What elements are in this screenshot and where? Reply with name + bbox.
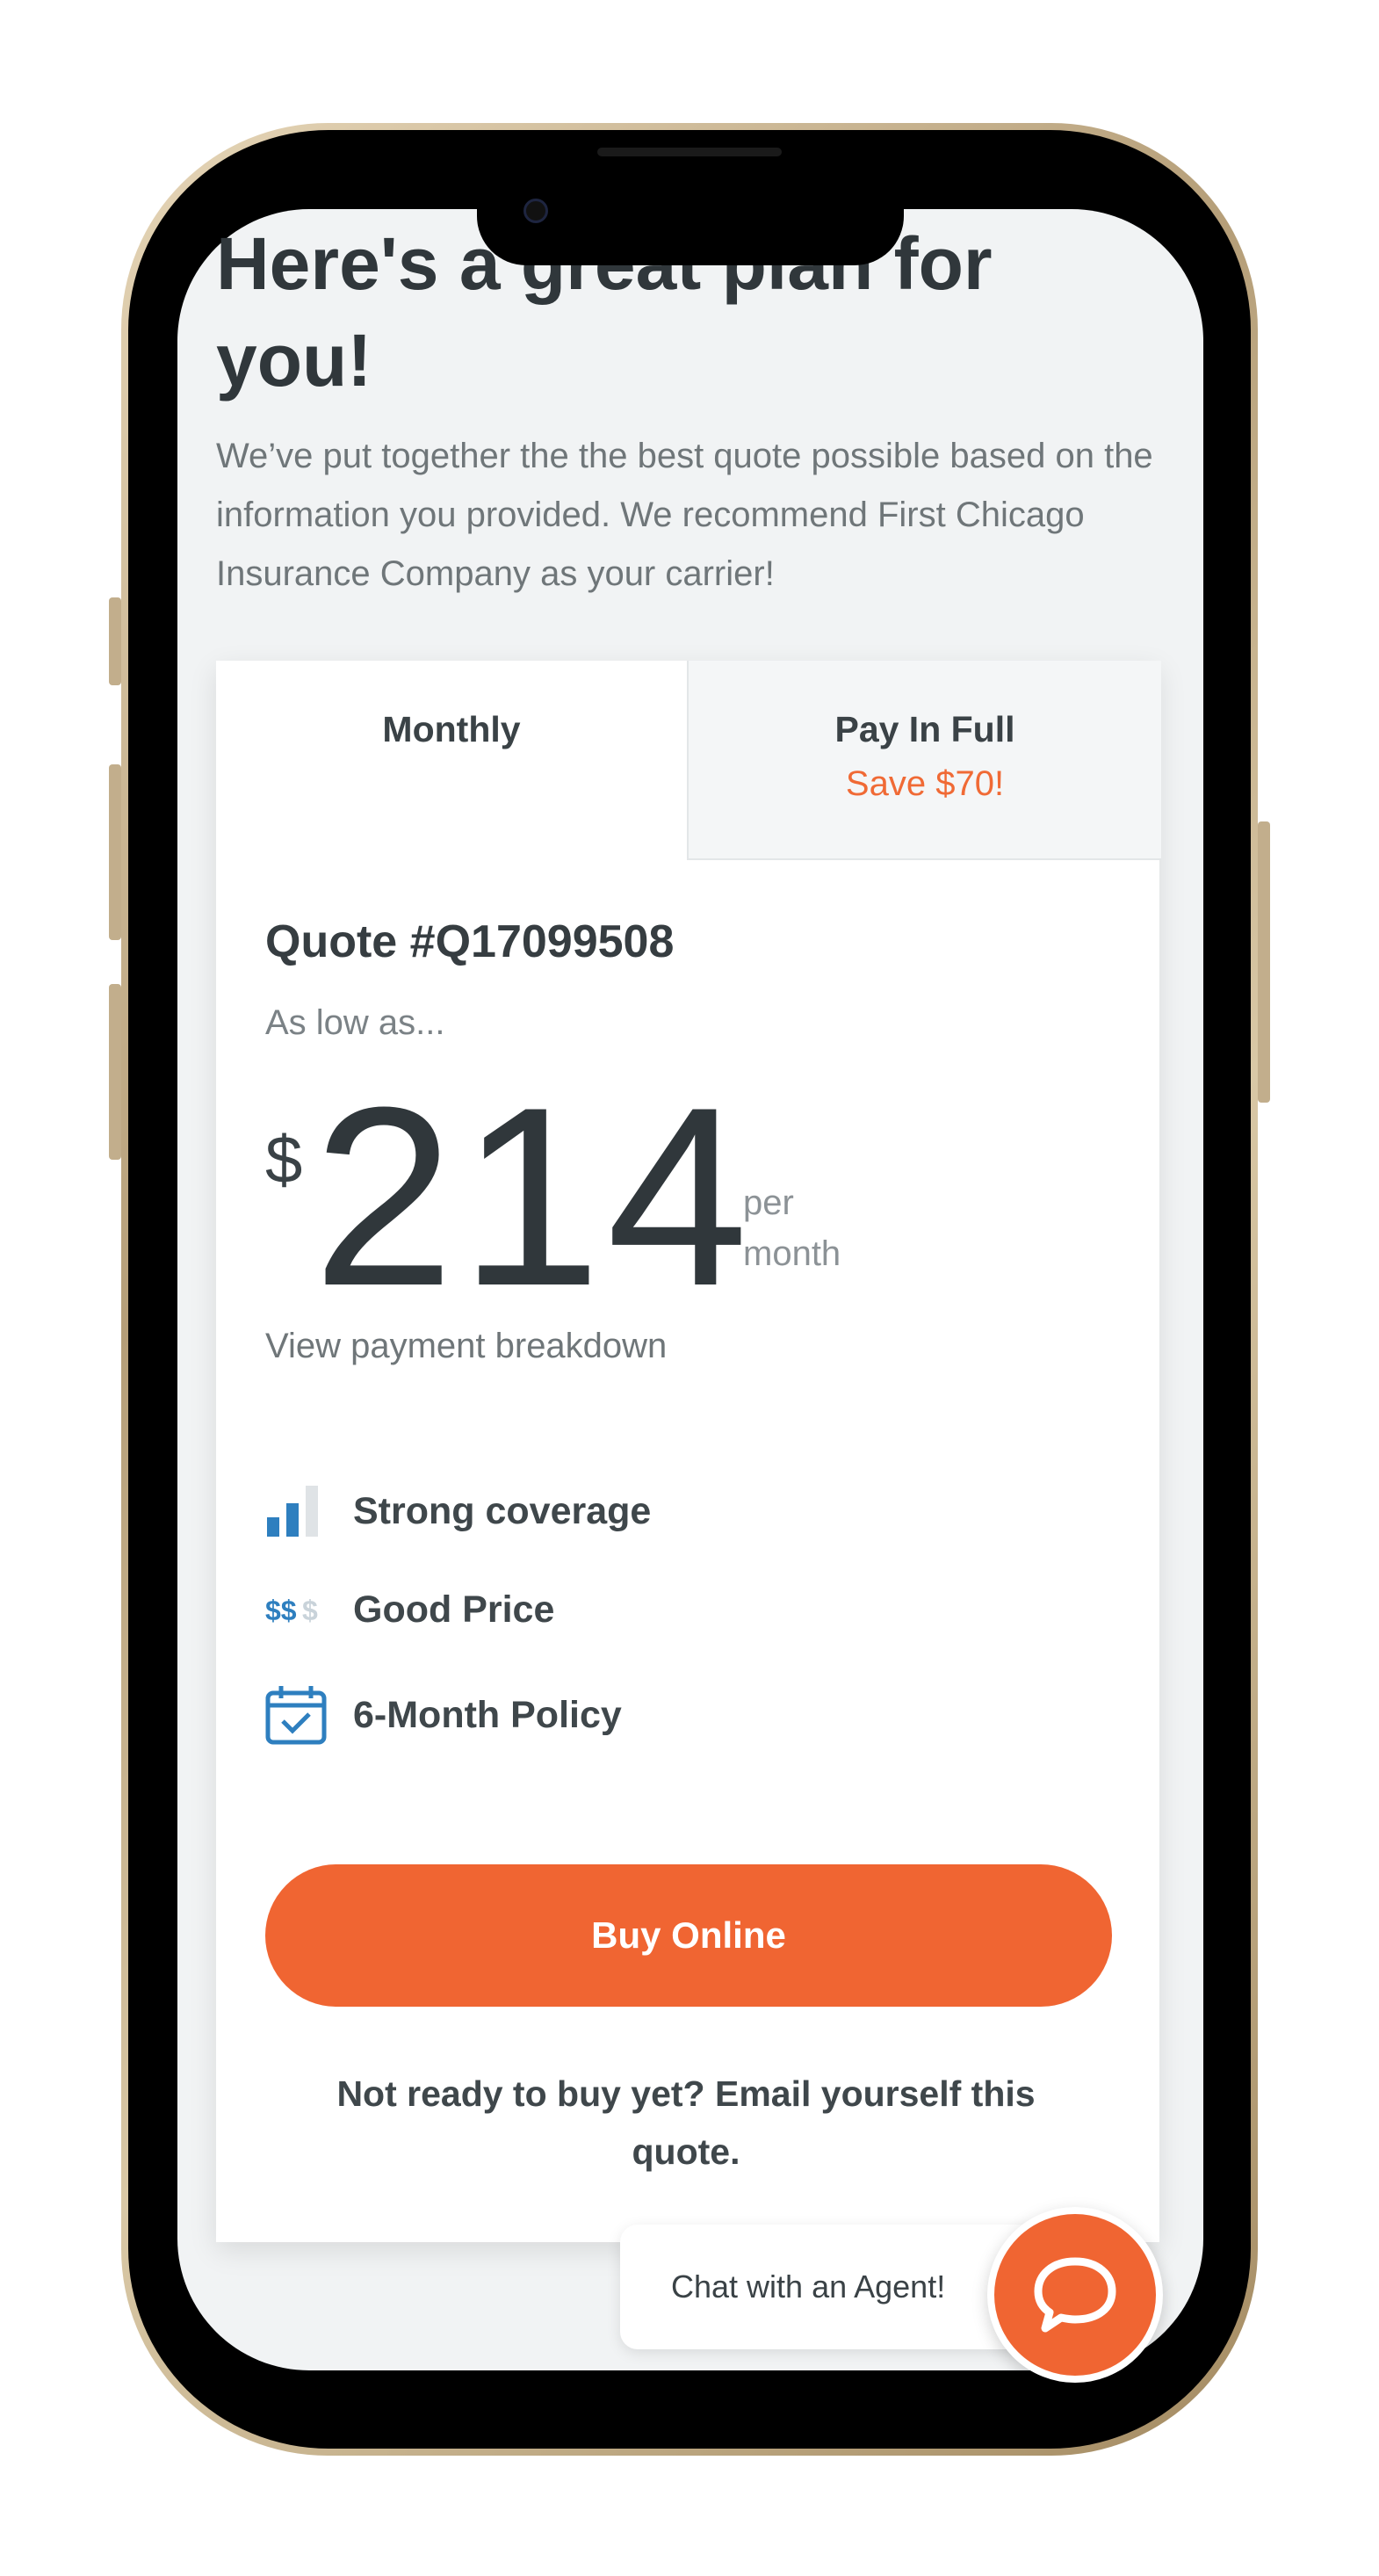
- price-period-line2: month: [743, 1234, 841, 1273]
- phone-silent-switch: [109, 597, 121, 685]
- feature-policy-term: 6-Month Policy: [265, 1680, 622, 1750]
- svg-text:$$: $$: [265, 1595, 297, 1626]
- feature-label: Good Price: [353, 1588, 555, 1631]
- savings-badge: Save $70!: [845, 764, 1005, 803]
- chat-label: Chat with an Agent!: [671, 2268, 946, 2305]
- price-period-line1: per: [743, 1183, 794, 1222]
- feature-label: Strong coverage: [353, 1489, 652, 1532]
- feature-label: 6-Month Policy: [353, 1693, 622, 1736]
- phone-volume-down: [109, 984, 121, 1160]
- chat-button[interactable]: [987, 2207, 1163, 2383]
- price-amount: 214: [313, 1054, 754, 1339]
- tab-pay-in-full-label: Pay In Full: [834, 709, 1015, 749]
- phone-volume-up: [109, 764, 121, 940]
- view-payment-breakdown-link[interactable]: View payment breakdown: [265, 1327, 667, 1366]
- phone-power-button: [1258, 821, 1270, 1103]
- quote-card: Monthly Pay In Full Save $70! Quote #Q17…: [216, 661, 1161, 2242]
- svg-text:$: $: [302, 1595, 318, 1626]
- tab-monthly[interactable]: Monthly: [216, 661, 687, 858]
- as-low-as-label: As low as...: [265, 1003, 445, 1042]
- calendar-check-icon: [265, 1684, 330, 1746]
- feature-price: $$ $ Good Price: [265, 1574, 554, 1645]
- tab-monthly-label: Monthly: [382, 709, 521, 749]
- buy-online-button[interactable]: Buy Online: [265, 1864, 1112, 2007]
- signal-bars-icon: [265, 1480, 330, 1542]
- chat-with-agent-label[interactable]: Chat with an Agent!: [620, 2225, 1042, 2349]
- email-quote-link[interactable]: Not ready to buy yet? Email yourself thi…: [313, 2065, 1059, 2181]
- feature-coverage: Strong coverage: [265, 1476, 651, 1546]
- price-period: per month: [743, 1177, 841, 1279]
- page-description: We’ve put together the the best quote po…: [216, 437, 1153, 593]
- camera-icon: [523, 199, 548, 223]
- currency-symbol: $: [265, 1123, 303, 1198]
- chat-bubble-icon: [1034, 2257, 1116, 2333]
- dollar-signs-icon: $$ $: [265, 1579, 330, 1640]
- quote-number: Quote #Q17099508: [265, 916, 675, 967]
- phone-speaker: [597, 148, 782, 156]
- tab-pay-in-full[interactable]: Pay In Full Save $70!: [687, 661, 1161, 860]
